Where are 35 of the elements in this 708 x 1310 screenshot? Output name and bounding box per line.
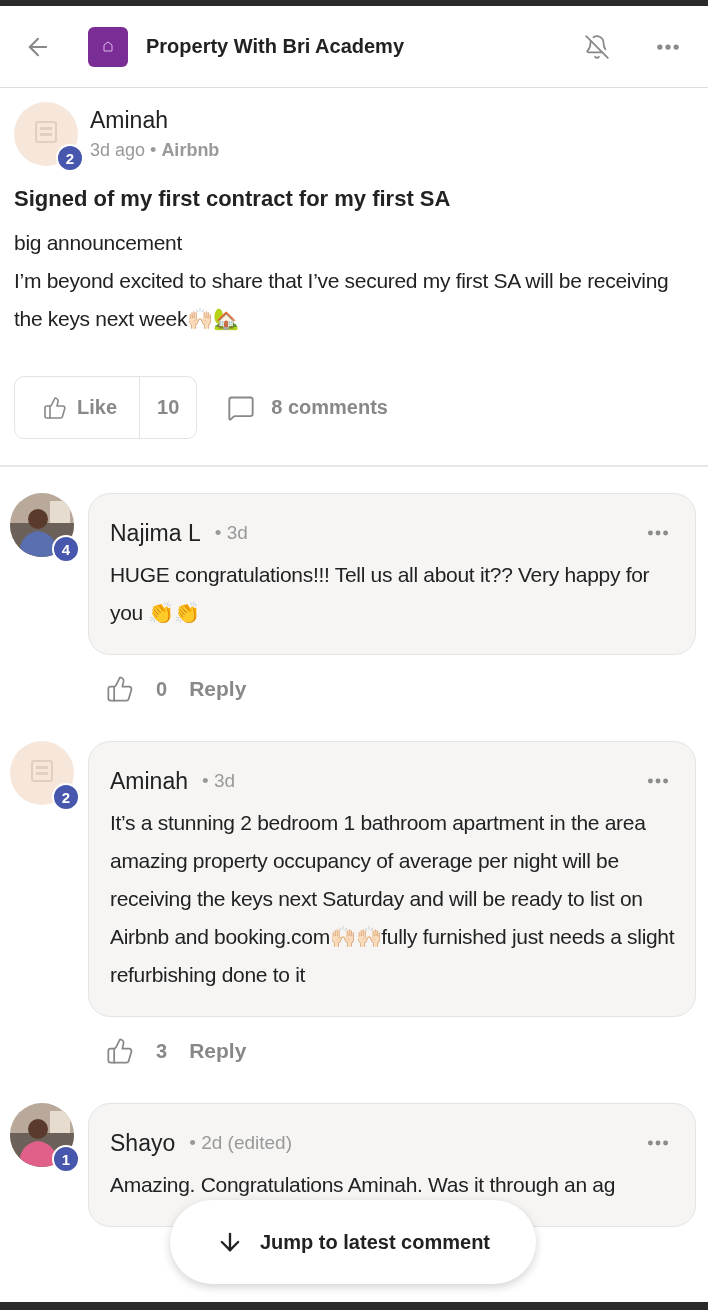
like-button[interactable]: Like — [15, 377, 141, 438]
comment-text: Amazing. Congratulations Aminah. Was it through an ag — [110, 1172, 617, 1198]
comment-text: It’s a stunning 2 bedroom 1 bathroom apartment in the area amazing property occupancy of average per night will be receiving the keys next Saturday and will be ready to list on Airbnb and booking.com🙌🏻🙌🏻fully furnished just needs a slight refurbishing done to it — [110, 810, 675, 988]
comment-time: • 3d — [202, 770, 237, 792]
comment-like-count: 0 — [156, 677, 168, 701]
post-title: Signed of my first contract for my first SA — [14, 186, 452, 212]
post-text: I’m beyond excited to share that I’ve secured my first SA will be receiving the keys next week🙌🏻🏡 — [14, 268, 670, 332]
commenter-name: Najima L — [110, 519, 201, 547]
author-name: Aminah — [90, 107, 169, 134]
commenter-name: Aminah — [110, 767, 188, 795]
post-topic: Airbnb — [161, 140, 220, 161]
thumbs-up-icon[interactable] — [106, 675, 134, 703]
level-badge: 1 — [52, 1145, 80, 1173]
comment-time: • 3d — [214, 522, 249, 544]
avatar-logo-icon — [14, 102, 78, 166]
group-logo-icon — [88, 26, 128, 67]
comment-like-count: 3 — [156, 1039, 168, 1063]
comments-button[interactable]: 8 comments — [227, 393, 388, 422]
group-title: Property With Bri Academy — [146, 35, 406, 58]
post-time: 3d ago — [90, 140, 146, 161]
level-badge: 2 — [52, 783, 80, 811]
like-count: 10 — [156, 395, 181, 420]
avatar-logo-icon — [10, 741, 74, 805]
reply-button[interactable]: Reply — [189, 677, 247, 701]
level-badge: 4 — [52, 535, 80, 563]
level-badge: 2 — [56, 144, 84, 172]
comment-text: HUGE congratulations!!! Tell us all about it?? Very happy for you 👏👏 — [110, 562, 651, 626]
reply-button[interactable]: Reply — [189, 1039, 247, 1063]
comment-time: • 2d (edited) — [189, 1132, 293, 1154]
post-text: big announcement — [14, 230, 183, 256]
separator: • — [150, 140, 157, 161]
thumbs-up-icon[interactable] — [106, 1037, 134, 1065]
jump-button[interactable]: Jump to latest comment — [170, 1200, 536, 1284]
thumbs-up-icon — [43, 395, 67, 420]
commenter-name: Shayo — [110, 1129, 176, 1157]
